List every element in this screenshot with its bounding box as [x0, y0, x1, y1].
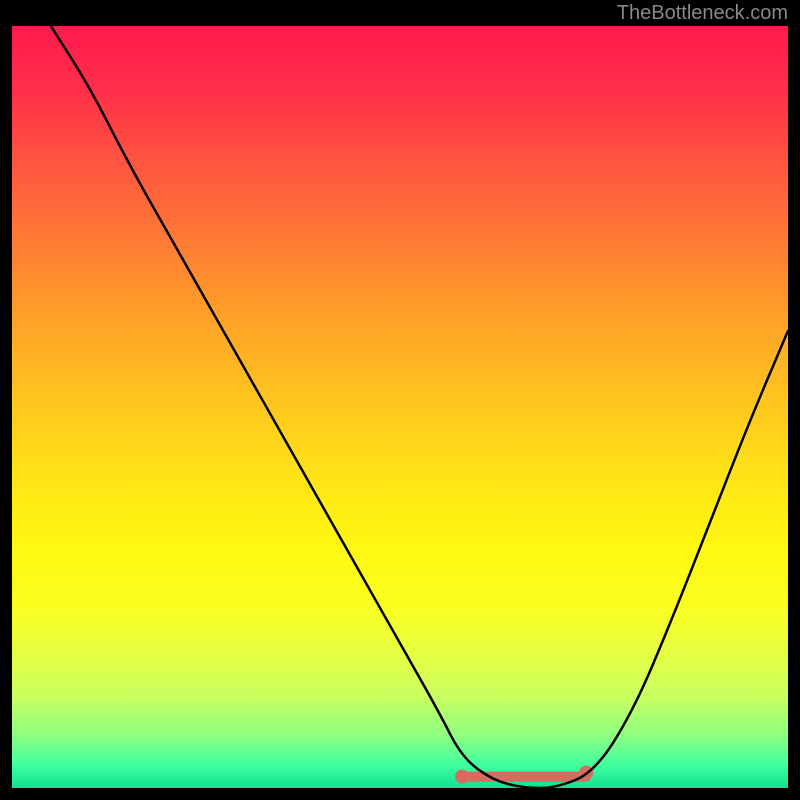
bottleneck-curve-line — [51, 26, 788, 788]
plot-area — [12, 26, 788, 788]
optimal-start-marker — [455, 770, 469, 784]
chart-svg — [12, 26, 788, 788]
attribution-text: TheBottleneck.com — [617, 2, 788, 25]
